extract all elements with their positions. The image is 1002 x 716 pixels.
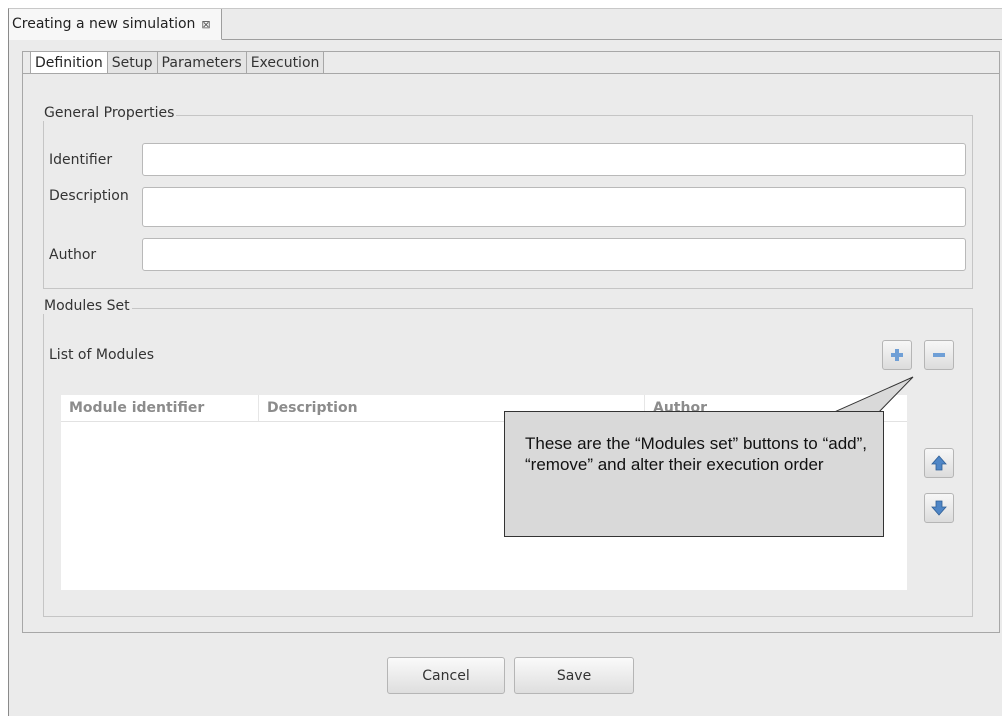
arrow-up-icon bbox=[931, 455, 947, 471]
move-down-button[interactable] bbox=[924, 493, 954, 523]
annotation-callout: These are the “Modules set” buttons to “… bbox=[504, 411, 884, 537]
editor-tab[interactable]: Creating a new simulation ⊠ bbox=[9, 9, 222, 40]
simulation-window: Creating a new simulation ⊠ Definition S… bbox=[8, 8, 1002, 716]
add-module-button[interactable] bbox=[882, 340, 912, 370]
general-properties-title: General Properties bbox=[42, 105, 177, 121]
save-button[interactable]: Save bbox=[514, 657, 634, 694]
move-up-button[interactable] bbox=[924, 448, 954, 478]
plus-icon bbox=[891, 349, 903, 361]
arrow-down-icon bbox=[931, 500, 947, 516]
description-field[interactable] bbox=[142, 187, 966, 227]
description-label: Description bbox=[49, 188, 129, 204]
close-tab-icon[interactable]: ⊠ bbox=[201, 18, 210, 31]
tab-bar: Definition Setup Parameters Execution bbox=[30, 52, 325, 74]
list-of-modules-label: List of Modules bbox=[49, 347, 155, 363]
tab-parameters[interactable]: Parameters bbox=[157, 52, 247, 74]
tab-setup[interactable]: Setup bbox=[107, 52, 158, 74]
author-label: Author bbox=[49, 247, 97, 263]
remove-module-button[interactable] bbox=[924, 340, 954, 370]
editor-tab-title: Creating a new simulation bbox=[12, 16, 196, 32]
cancel-button[interactable]: Cancel bbox=[387, 657, 505, 694]
author-field[interactable] bbox=[142, 238, 966, 271]
modules-set-title: Modules Set bbox=[42, 298, 132, 314]
column-module-identifier[interactable]: Module identifier bbox=[61, 395, 259, 421]
definition-panel: Definition Setup Parameters Execution Ge… bbox=[22, 51, 1000, 633]
minus-icon bbox=[933, 353, 945, 357]
tab-execution[interactable]: Execution bbox=[246, 52, 325, 74]
identifier-field[interactable] bbox=[142, 143, 966, 176]
identifier-label: Identifier bbox=[49, 152, 113, 168]
tab-definition[interactable]: Definition bbox=[30, 52, 108, 74]
